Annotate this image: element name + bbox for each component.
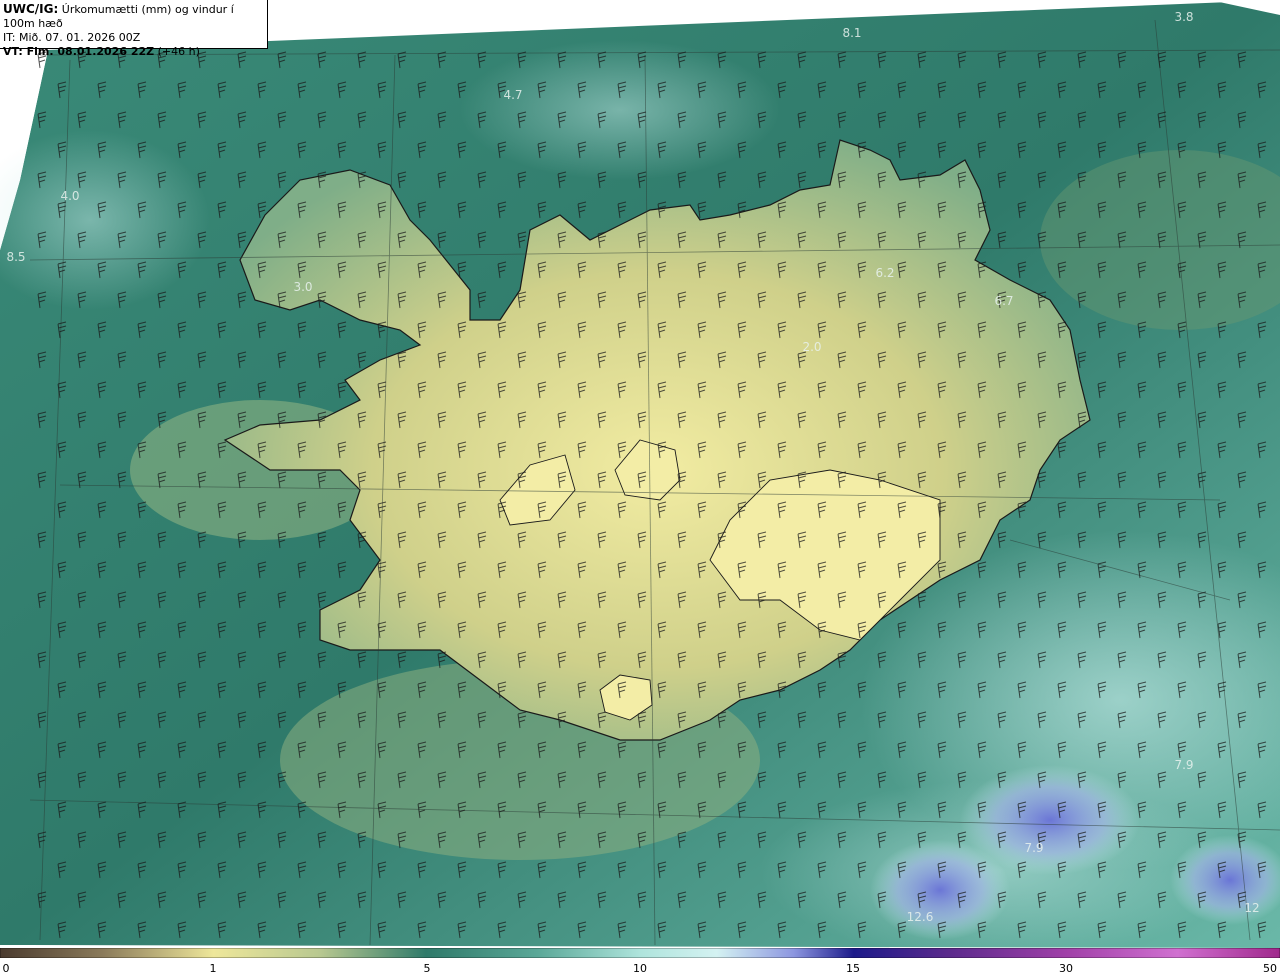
- colorbar-tick: 1: [209, 962, 217, 975]
- colorbar-labels: 0 1 5 10 15 30 50: [0, 962, 1280, 978]
- precip-value-label: 6.7: [994, 294, 1013, 308]
- map-canvas: 8.1 3.8 4.7 4.0 8.5 3.0 6.2 6.7 2.0 7.9 7.9 12.6 12: [0, 0, 1280, 960]
- precip-value-label: 3.0: [293, 280, 312, 294]
- colorbar-tick: 0: [2, 962, 10, 975]
- valid-offset: (+46 h): [157, 45, 200, 58]
- colorbar-tick: 15: [846, 962, 860, 975]
- precip-value-label: 4.7: [503, 88, 522, 102]
- precip-value-label: 3.8: [1174, 10, 1193, 24]
- precip-value-label: 12.6: [907, 910, 934, 924]
- precip-value-label: 4.0: [60, 189, 79, 203]
- precip-value-label: 2.0: [802, 340, 821, 354]
- issue-time: IT: Mið. 07. 01. 2026 00Z: [3, 31, 141, 44]
- colorbar-tick: 30: [1059, 962, 1073, 975]
- title-line: UWC/IG: Úrkomumætti (mm) og vindur í 100…: [3, 2, 264, 31]
- valid-time-line: VT: Fim. 08.01.2026 22Z (+46 h): [3, 45, 264, 59]
- valid-time: VT: Fim. 08.01.2026 22Z: [3, 45, 155, 58]
- precip-value-label: 12: [1244, 901, 1259, 915]
- product-code: UWC/IG:: [3, 2, 59, 16]
- colorbar-tick: 50: [1263, 962, 1277, 975]
- precip-value-label: 7.9: [1024, 841, 1043, 855]
- precip-value-label: 7.9: [1174, 758, 1193, 772]
- precip-value-label: 8.1: [842, 26, 861, 40]
- colorbar-tick: 5: [423, 962, 431, 975]
- precip-value-label: 6.2: [875, 266, 894, 280]
- precip-value-label: 8.5: [6, 250, 25, 264]
- title-box: UWC/IG: Úrkomumætti (mm) og vindur í 100…: [0, 0, 268, 58]
- forecast-map: 8.1 3.8 4.7 4.0 8.5 3.0 6.2 6.7 2.0 7.9 7.9 12.6 12 …: [0, 0, 1280, 960]
- colorbar-tick: 10: [633, 962, 647, 975]
- colorbar: [0, 948, 1280, 958]
